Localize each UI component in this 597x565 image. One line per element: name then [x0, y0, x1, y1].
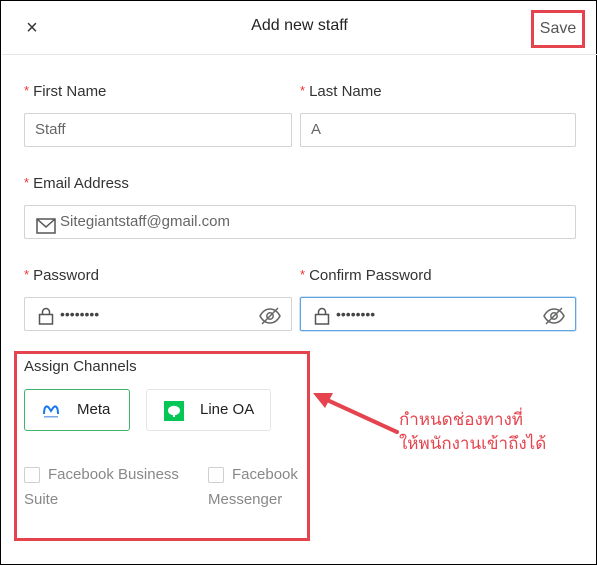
required-mark: *: [300, 83, 306, 98]
facebook-messenger-checkbox[interactable]: [208, 467, 224, 483]
first-name-value: Staff: [35, 121, 66, 138]
email-label: * Email Address: [24, 175, 129, 192]
facebook-messenger-label-line1: Facebook: [232, 466, 298, 483]
annotation-note-line2: ให้พนักงานเข้าถึงได้: [399, 434, 547, 453]
email-label-text: Email Address: [33, 175, 129, 192]
annotation-note-line1: กำหนดช่องทางที่: [399, 410, 524, 429]
required-mark: *: [24, 267, 30, 282]
facebook-business-suite-label-line2: Suite: [24, 491, 59, 508]
last-name-value: A: [311, 121, 322, 138]
email-input[interactable]: Sitegiantstaff@gmail.com: [24, 205, 576, 239]
annotation-highlight-box: [14, 351, 310, 541]
first-name-label-text: First Name: [33, 83, 107, 100]
lock-icon: [38, 305, 54, 337]
channel-meta-button[interactable]: Meta: [24, 389, 130, 431]
first-name-input[interactable]: Staff: [24, 113, 292, 147]
meta-logo-icon: [42, 401, 60, 423]
mail-icon: [36, 214, 56, 246]
first-name-label: * First Name: [24, 83, 106, 100]
confirm-password-label: * Confirm Password: [300, 267, 432, 284]
eye-off-icon[interactable]: [543, 305, 565, 337]
save-button[interactable]: Save: [531, 10, 585, 48]
add-staff-dialog: × Add new staff Save * First Name Staff *…: [0, 0, 597, 565]
password-input[interactable]: ••••••••: [24, 297, 292, 331]
confirm-password-value: ••••••••: [336, 306, 376, 322]
email-value: Sitegiantstaff@gmail.com: [60, 213, 231, 230]
channel-line-oa-label: Line OA: [200, 401, 255, 418]
channel-line-oa-button[interactable]: Line OA: [146, 389, 271, 431]
last-name-input[interactable]: A: [300, 113, 576, 147]
password-label-text: Password: [33, 267, 99, 284]
password-label: * Password: [24, 267, 99, 284]
facebook-business-suite-checkbox[interactable]: [24, 467, 40, 483]
channel-meta-label: Meta: [77, 401, 111, 418]
last-name-label-text: Last Name: [309, 83, 382, 100]
confirm-password-label-text: Confirm Password: [309, 267, 432, 284]
facebook-messenger-label-line2: Messenger: [208, 491, 283, 508]
required-mark: *: [24, 83, 30, 98]
required-mark: *: [24, 175, 30, 190]
assign-channels-label: Assign Channels: [24, 358, 137, 375]
line-logo-icon: [164, 401, 184, 425]
lock-icon: [314, 305, 330, 337]
dialog-header: × Add new staff: [2, 2, 597, 55]
annotation-arrow-icon: [313, 393, 399, 434]
confirm-password-input[interactable]: ••••••••: [300, 297, 576, 331]
last-name-label: * Last Name: [300, 83, 382, 100]
eye-off-icon[interactable]: [259, 305, 281, 337]
required-mark: *: [300, 267, 306, 282]
password-value: ••••••••: [60, 306, 100, 322]
annotation-note: กำหนดช่องทางที่ ให้พนักงานเข้าถึงได้: [399, 408, 546, 456]
dialog-title: Add new staff: [251, 17, 348, 34]
facebook-business-suite-label-line1: Facebook Business: [48, 466, 179, 483]
